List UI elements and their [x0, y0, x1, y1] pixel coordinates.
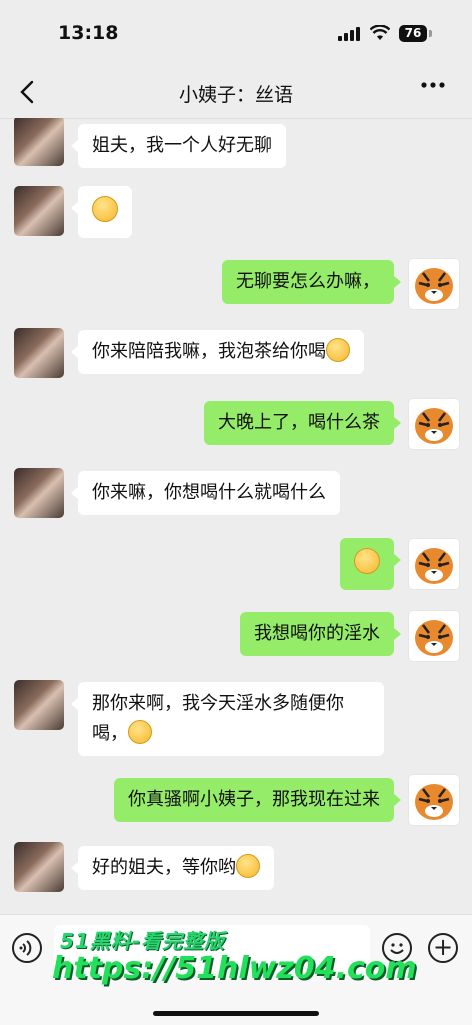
home-indicator: [153, 1011, 319, 1016]
message-bubble-outgoing[interactable]: 无聊要怎么办嘛，: [222, 260, 401, 304]
chat-title: 小姨子：丝语: [178, 84, 293, 106]
message-bubble-incoming[interactable]: 你来陪陪我嘛，我泡茶给你喝: [71, 330, 364, 374]
message-bubble-outgoing[interactable]: 你真骚啊小姨子，那我现在过来: [114, 778, 401, 822]
message-bubble-incoming[interactable]: 好的姐夫，等你哟: [71, 846, 274, 890]
message-text: 你来嘛，你想喝什么就喝什么: [92, 482, 326, 503]
avatar-contact[interactable]: [14, 680, 64, 730]
grinning-face-emoji: [326, 338, 350, 362]
avatar-contact[interactable]: [14, 118, 64, 166]
avatar-self[interactable]: [408, 258, 460, 310]
tiger-icon: [415, 548, 453, 584]
thinking-face-emoji: [128, 720, 152, 744]
watermark-url: https://51hlwz04.com: [52, 951, 417, 986]
avatar-self[interactable]: [408, 538, 460, 590]
avatar-self[interactable]: [408, 774, 460, 826]
message-text: 姐夫，我一个人好无聊: [92, 135, 272, 156]
message-text-line2: 喝，: [92, 723, 128, 744]
voice-icon[interactable]: [12, 933, 42, 963]
message-text: 大晚上了，喝什么茶: [218, 412, 380, 433]
battery-icon: 76: [399, 25, 427, 42]
avatar-contact[interactable]: [14, 328, 64, 378]
avatar-contact[interactable]: [14, 842, 64, 892]
tiger-icon: [415, 784, 453, 820]
avatar-self[interactable]: [408, 610, 460, 662]
cellular-signal-icon: [338, 27, 362, 41]
battery-tip: [429, 30, 432, 37]
avatar-contact[interactable]: [14, 186, 64, 236]
message-text: 无聊要怎么办嘛，: [236, 271, 380, 292]
message-bubble-outgoing[interactable]: 大晚上了，喝什么茶: [204, 401, 401, 445]
watermark-title: 51黑料-看完整版: [60, 929, 226, 953]
status-time: 13:18: [58, 22, 119, 44]
tiger-icon: [415, 268, 453, 304]
message-bubble-incoming[interactable]: 姐夫，我一个人好无聊: [71, 124, 286, 168]
chat-header: 小姨子：丝语: [0, 64, 472, 119]
smirking-face-emoji: [236, 854, 260, 878]
message-text: 那你来啊，我今天淫水多随便你: [92, 693, 344, 714]
avatar-contact[interactable]: [14, 468, 64, 518]
message-bubble-outgoing[interactable]: 我想喝你的淫水: [240, 612, 401, 656]
message-list[interactable]: 姐夫，我一个人好无聊 无聊要怎么办嘛， 你来陪陪我嘛，我泡茶给你喝 大晚上了，喝…: [0, 118, 472, 914]
tiger-icon: [415, 620, 453, 656]
plus-icon[interactable]: +: [428, 933, 458, 963]
avatar-self[interactable]: [408, 398, 460, 450]
wifi-icon: [370, 25, 390, 40]
more-dots-icon[interactable]: [420, 72, 446, 104]
message-bubble-incoming[interactable]: [71, 186, 132, 238]
message-text: 你来陪陪我嘛，我泡茶给你喝: [92, 341, 326, 362]
grinning-face-emoji: [354, 548, 380, 574]
tiger-icon: [415, 408, 453, 444]
message-text: 你真骚啊小姨子，那我现在过来: [128, 789, 380, 810]
input-bar: + 51黑料-看完整版 https://51hlwz04.com: [0, 914, 472, 1025]
status-bar: 13:18 76: [0, 0, 472, 64]
message-bubble-incoming[interactable]: 那你来啊，我今天淫水多随便你 喝，: [71, 682, 384, 756]
message-text: 好的姐夫，等你哟: [92, 857, 236, 878]
pleading-face-emoji: [92, 196, 118, 222]
message-bubble-outgoing[interactable]: [340, 538, 401, 590]
message-text: 我想喝你的淫水: [254, 623, 380, 644]
message-bubble-incoming[interactable]: 你来嘛，你想喝什么就喝什么: [71, 471, 340, 515]
